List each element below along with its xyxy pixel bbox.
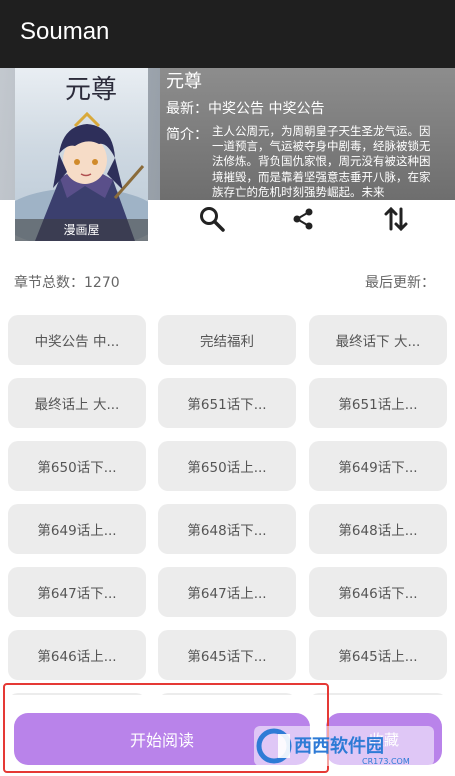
chapter-chip[interactable]: 最终话下 大... bbox=[309, 315, 447, 365]
chapter-chip[interactable]: 第646话上... bbox=[8, 630, 146, 680]
chapter-chip[interactable] bbox=[309, 693, 447, 695]
chapter-chip[interactable]: 第650话上... bbox=[158, 441, 296, 491]
chapter-chip[interactable]: 第651话下... bbox=[158, 378, 296, 428]
chapter-chip[interactable]: 第649话上... bbox=[8, 504, 146, 554]
intro-text: 主人公周元，为周朝皇子天生圣龙气运。因一道预言，气运被夺身中剧毒，经脉被锁无法修… bbox=[212, 124, 431, 199]
chapter-chip[interactable]: 第647话上... bbox=[158, 567, 296, 617]
book-title: 元尊 bbox=[166, 71, 202, 92]
cover-illustration: 元尊 bbox=[15, 75, 148, 241]
chapter-chip[interactable]: 第648话下... bbox=[158, 504, 296, 554]
last-update: 最后更新： bbox=[365, 275, 435, 291]
chapter-chip[interactable]: 第645话上... bbox=[309, 630, 447, 680]
chapter-chip[interactable]: 第650话下... bbox=[8, 441, 146, 491]
intro-label: 简介： bbox=[166, 127, 208, 143]
chapter-chip[interactable]: 第649话下... bbox=[309, 441, 447, 491]
chapter-chip[interactable]: 完结福利 bbox=[158, 315, 296, 365]
watermark-text: 西西软件园 bbox=[294, 735, 384, 757]
watermark-url: CR173.COM bbox=[362, 757, 410, 766]
share-icon[interactable] bbox=[288, 203, 318, 235]
chapter-chip[interactable]: 第646话下... bbox=[309, 567, 447, 617]
chapter-chip[interactable]: 第651话上... bbox=[309, 378, 447, 428]
chapter-grid: 中奖公告 中... 完结福利 最终话下 大... 最终话上 大... 第651话… bbox=[8, 315, 448, 695]
search-icon[interactable] bbox=[197, 203, 227, 235]
app-bar: Souman bbox=[0, 0, 455, 68]
chapter-chip[interactable]: 第647话下... bbox=[8, 567, 146, 617]
latest-chapter: 最新：中奖公告 中奖公告 bbox=[166, 101, 325, 117]
book-cover[interactable]: 元尊 漫画屋 bbox=[15, 68, 148, 241]
chapter-chip[interactable]: 中奖公告 中... bbox=[8, 315, 146, 365]
cover-caption: 漫画屋 bbox=[15, 219, 148, 241]
site-watermark: 西西软件园 CR173.COM bbox=[254, 726, 434, 766]
chapter-count: 章节总数：1270 bbox=[14, 275, 120, 291]
chapter-chip[interactable]: 第648话上... bbox=[309, 504, 447, 554]
chapter-chip[interactable]: 最终话上 大... bbox=[8, 378, 146, 428]
chapter-chip[interactable]: 第645话下... bbox=[158, 630, 296, 680]
app-title: Souman bbox=[20, 18, 110, 45]
cover-calligraphy: 元尊 bbox=[65, 75, 117, 105]
sort-icon[interactable] bbox=[381, 203, 411, 235]
